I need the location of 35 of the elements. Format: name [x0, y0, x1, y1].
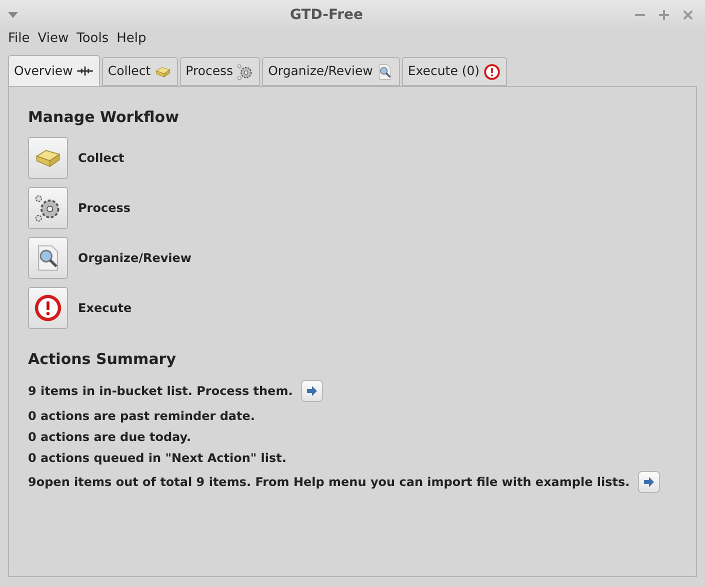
- workflow-button[interactable]: [28, 137, 68, 179]
- workflow-label: Process: [78, 200, 130, 217]
- gears-icon: [236, 62, 254, 80]
- menu-item[interactable]: Tools: [72, 29, 113, 49]
- section-heading: Actions Summary: [28, 349, 177, 369]
- tab[interactable]: Organize/Review: [262, 57, 400, 86]
- workflow-label: Execute: [78, 300, 132, 317]
- tab[interactable]: Process: [180, 57, 260, 86]
- summary-text: 0 actions are past reminder date.: [28, 408, 255, 424]
- window-menu-icon[interactable]: [8, 11, 18, 19]
- maximize-icon[interactable]: [659, 10, 669, 20]
- workflow-button[interactable]: [28, 187, 68, 229]
- workflow-button[interactable]: [28, 237, 68, 279]
- section-heading: Manage Workflow: [28, 107, 180, 127]
- window-title: GTD-Free: [290, 6, 364, 24]
- menu-item[interactable]: Help: [112, 29, 150, 49]
- tab[interactable]: Execute (0): [402, 57, 507, 86]
- summary-text: 9 items in in-bucket list. Process them.: [28, 383, 293, 400]
- workflow-label: Organize/Review: [78, 250, 192, 267]
- summary-text: 0 actions queued in "Next Action" list.: [28, 450, 286, 466]
- menu-item[interactable]: View: [34, 29, 73, 49]
- arrow-right-icon: [306, 385, 318, 397]
- menu-item[interactable]: File: [4, 29, 34, 49]
- close-icon[interactable]: [683, 10, 693, 20]
- workflow-button[interactable]: [28, 287, 68, 329]
- go-button[interactable]: [638, 471, 660, 493]
- tab[interactable]: Overview: [8, 55, 100, 86]
- arrow-right-icon: [642, 476, 655, 488]
- workflow-label: Collect: [78, 150, 124, 167]
- go-button[interactable]: [300, 380, 323, 402]
- summary-text: 0 actions are due today.: [28, 428, 192, 446]
- exclamation-circle-icon: [482, 62, 501, 80]
- exclamation-circle-icon: [33, 293, 63, 323]
- summary-text: 9open items out of total 9 items. From Help menu you can import file with example lists.: [28, 474, 630, 491]
- tab[interactable]: Collect: [102, 57, 178, 86]
